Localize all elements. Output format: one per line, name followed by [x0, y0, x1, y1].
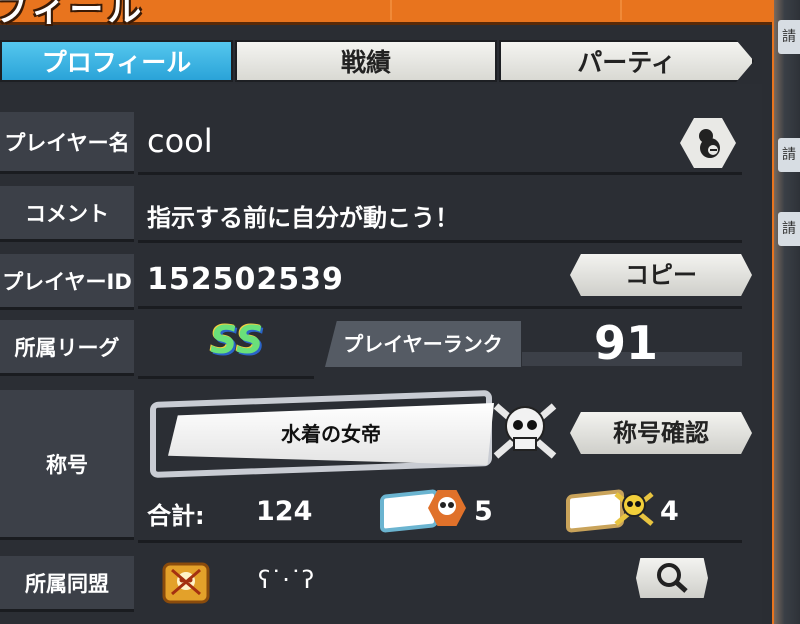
- tab-record[interactable]: 戦績: [235, 40, 497, 82]
- rank-label: プレイヤーランク: [325, 321, 521, 367]
- divider: [138, 306, 742, 309]
- search-button[interactable]: [636, 558, 708, 598]
- gold-skull-icon: [614, 492, 654, 526]
- divider: [138, 240, 742, 243]
- comment-text: 指示する前に自分が動こう！: [147, 204, 459, 232]
- total-count: 124: [256, 496, 313, 527]
- frame-deco: [190, 0, 392, 20]
- comment-label: コメント: [0, 186, 134, 242]
- window-title: フィール: [0, 0, 146, 30]
- skull-icon: [493, 403, 557, 459]
- player-id: 152502539: [147, 262, 344, 297]
- copy-button[interactable]: コピー: [570, 254, 752, 296]
- alliance-flag-icon: [162, 562, 210, 604]
- search-icon: [657, 563, 688, 593]
- tab-party[interactable]: パーティ: [499, 40, 754, 82]
- player-rank: 91: [594, 316, 659, 370]
- player-name-label: プレイヤー名: [0, 112, 134, 174]
- alliance-name[interactable]: ʕ˙·˙ʔ: [258, 566, 314, 594]
- side-tab[interactable]: 請: [778, 20, 800, 54]
- player-name: cool: [147, 122, 213, 160]
- title-count-a: 5: [474, 496, 493, 527]
- league-label: 所属リーグ: [0, 320, 134, 376]
- player-id-label: プレイヤーID: [0, 254, 134, 310]
- title-label: 称号: [0, 390, 134, 540]
- frame-deco: [420, 0, 622, 20]
- total-label: 合計:: [147, 502, 205, 530]
- title-type-icon-a: [380, 488, 438, 534]
- side-tab[interactable]: 請: [778, 138, 800, 172]
- side-tab[interactable]: 請: [778, 212, 800, 246]
- title-count-b: 4: [660, 496, 679, 527]
- divider: [138, 172, 742, 175]
- tab-profile[interactable]: プロフィール: [0, 40, 233, 82]
- alliance-label: 所属同盟: [0, 556, 134, 612]
- divider: [138, 376, 314, 379]
- title-check-button[interactable]: 称号確認: [570, 412, 752, 454]
- league-badge: SS: [210, 318, 264, 362]
- side-strip: 請 請 請: [774, 0, 800, 624]
- divider: [138, 540, 742, 543]
